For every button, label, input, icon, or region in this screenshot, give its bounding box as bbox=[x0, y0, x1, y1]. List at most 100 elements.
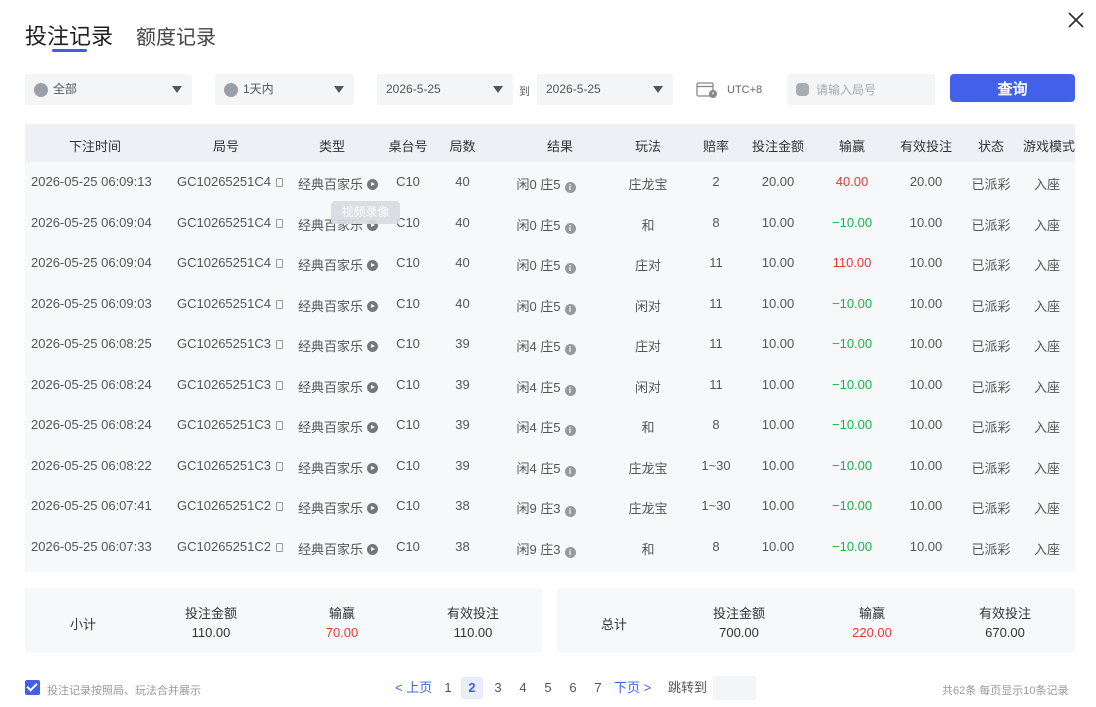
info-icon[interactable]: i bbox=[564, 344, 576, 355]
cell-mode: 入座 bbox=[1022, 417, 1072, 436]
table-row[interactable]: 2026-05-25 06:07:33 GC10265251C2 经典百家乐 C10 3… bbox=[25, 527, 1075, 568]
copy-icon[interactable] bbox=[275, 340, 283, 349]
cell-count-text: 38 bbox=[455, 538, 470, 554]
info-icon[interactable]: i bbox=[564, 263, 576, 274]
merge-checkbox[interactable] bbox=[25, 680, 40, 695]
page-number[interactable]: 2 bbox=[461, 677, 483, 699]
cell-type: 经典百家乐 bbox=[293, 377, 383, 396]
table-row[interactable]: 2026-05-25 06:08:24 GC10265251C3 经典百家乐 C10 3… bbox=[25, 365, 1075, 406]
date-from-select[interactable]: 2026-5-25 bbox=[377, 74, 513, 105]
info-icon[interactable]: i bbox=[564, 303, 576, 315]
cell-type: 经典百家乐 bbox=[293, 174, 383, 193]
page-number[interactable]: 5 bbox=[537, 677, 559, 699]
next-page-link[interactable]: 下页 > bbox=[614, 677, 651, 699]
column-header: 有效投注 bbox=[899, 139, 952, 154]
cell-status-text: 已派彩 bbox=[971, 379, 1011, 395]
cell-valid: 10.00 bbox=[898, 498, 954, 513]
cell-mode-text: 入座 bbox=[1033, 541, 1060, 557]
total-winloss-label: 输赢 bbox=[858, 606, 885, 621]
cell-play-text: 和 bbox=[641, 420, 655, 435]
info-icon[interactable]: i bbox=[564, 506, 576, 517]
cell-valid-text: 10.00 bbox=[909, 417, 943, 432]
table-row[interactable]: 2026-05-25 06:09:04 GC10265251C4 经典百家乐 C10 4… bbox=[25, 203, 1075, 244]
page-number[interactable]: 1 bbox=[437, 677, 459, 699]
video-tooltip: 视频录像 bbox=[331, 201, 400, 224]
copy-icon[interactable] bbox=[275, 218, 283, 228]
scope-select[interactable]: 全部 bbox=[25, 74, 192, 105]
calendar-icon[interactable] bbox=[696, 81, 718, 99]
play-video-icon[interactable] bbox=[367, 300, 378, 312]
copy-icon[interactable] bbox=[275, 259, 283, 268]
page-number[interactable]: 4 bbox=[512, 677, 534, 699]
info-icon[interactable]: i bbox=[564, 182, 576, 193]
cell-odds: 11 bbox=[701, 255, 731, 270]
copy-icon[interactable] bbox=[275, 461, 283, 471]
info-icon[interactable]: i bbox=[564, 384, 576, 396]
copy-icon[interactable] bbox=[275, 421, 283, 430]
cell-table: C10 bbox=[383, 296, 433, 311]
table-row[interactable]: 2026-05-25 06:08:25 GC10265251C3 经典百家乐 C10 3… bbox=[25, 324, 1075, 365]
range-select[interactable]: 1天内 bbox=[215, 74, 354, 105]
cell-play-text: 庄龙宝 bbox=[628, 460, 668, 476]
tab-credit-records[interactable]: 额度记录 bbox=[136, 21, 216, 50]
table-row[interactable]: 2026-05-25 06:09:03 GC10265251C4 经典百家乐 C10 4… bbox=[25, 284, 1075, 325]
tab-bet-records[interactable]: 投注记录 bbox=[25, 19, 113, 51]
info-icon[interactable]: i bbox=[564, 465, 576, 477]
cell-table: C10 bbox=[383, 336, 433, 351]
copy-icon[interactable] bbox=[275, 178, 283, 187]
table-row[interactable]: 2026-05-25 06:09:04 GC10265251C4 经典百家乐 C10 4… bbox=[25, 243, 1075, 284]
copy-icon[interactable] bbox=[275, 542, 283, 552]
page-number[interactable]: 6 bbox=[562, 677, 584, 699]
cell-odds: 8 bbox=[701, 215, 731, 230]
cell-status-text: 已派彩 bbox=[971, 339, 1011, 354]
cell-result: 闲9 庄3 i bbox=[514, 498, 578, 517]
cell-bet-text: 10.00 bbox=[761, 457, 795, 473]
column-header: 局数 bbox=[449, 139, 476, 154]
page-number[interactable]: 7 bbox=[587, 677, 609, 699]
date-to-select[interactable]: 2026-5-25 bbox=[537, 74, 673, 105]
cell-round-text: GC10265251C2 bbox=[177, 538, 271, 554]
cell-type-text: 经典百家乐 bbox=[297, 501, 363, 516]
play-video-icon[interactable] bbox=[367, 543, 378, 555]
table-row[interactable]: 2026-05-25 06:09:13 GC10265251C4 经典百家乐 C10 4… bbox=[25, 162, 1075, 203]
jump-page-input[interactable] bbox=[713, 676, 756, 700]
page-number[interactable]: 3 bbox=[487, 677, 509, 699]
play-video-icon[interactable] bbox=[367, 179, 378, 190]
round-search-input[interactable] bbox=[816, 82, 926, 97]
cell-valid: 10.00 bbox=[898, 417, 954, 432]
table-row[interactable]: 2026-05-25 06:08:22 GC10265251C3 经典百家乐 C10 3… bbox=[25, 446, 1075, 487]
copy-icon[interactable] bbox=[275, 380, 283, 390]
table-row[interactable]: 2026-05-25 06:07:41 GC10265251C2 经典百家乐 C10 3… bbox=[25, 486, 1075, 527]
cell-mode: 入座 bbox=[1022, 377, 1072, 396]
cell-play-text: 闲对 bbox=[634, 379, 661, 395]
play-video-icon[interactable] bbox=[367, 381, 378, 393]
column-header: 状态 bbox=[977, 139, 1004, 154]
cell-play: 庄对 bbox=[623, 336, 673, 355]
cell-result-text: 闲9 庄3 bbox=[516, 501, 561, 516]
copy-icon[interactable] bbox=[275, 502, 283, 511]
play-video-icon[interactable] bbox=[367, 462, 378, 474]
info-icon[interactable]: i bbox=[564, 546, 576, 558]
query-button[interactable]: 查询 bbox=[950, 74, 1075, 102]
info-icon[interactable]: i bbox=[564, 222, 576, 234]
close-icon[interactable] bbox=[1066, 10, 1086, 30]
copy-icon[interactable] bbox=[275, 299, 283, 309]
cell-winloss-text: −10.00 bbox=[832, 336, 873, 351]
cell-valid-text: 10.00 bbox=[909, 457, 943, 473]
round-search[interactable] bbox=[787, 74, 935, 105]
cell-type: 经典百家乐 bbox=[293, 336, 383, 355]
cell-type: 经典百家乐 bbox=[293, 498, 383, 517]
cell-valid: 10.00 bbox=[898, 336, 954, 351]
play-video-icon[interactable] bbox=[367, 341, 378, 352]
cell-bet: 10.00 bbox=[750, 255, 806, 270]
cell-winloss-text: −10.00 bbox=[832, 376, 873, 392]
info-icon[interactable]: i bbox=[564, 425, 576, 436]
cell-time-text: 2026-05-25 06:09:04 bbox=[31, 214, 152, 230]
play-video-icon[interactable] bbox=[367, 260, 378, 271]
table-row[interactable]: 2026-05-25 06:08:24 GC10265251C3 经典百家乐 C10 3… bbox=[25, 405, 1075, 446]
prev-page-link[interactable]: < 上页 bbox=[395, 677, 432, 699]
cell-odds: 11 bbox=[701, 377, 731, 392]
column-header: 桌台号 bbox=[388, 139, 428, 154]
play-video-icon[interactable] bbox=[367, 503, 378, 514]
play-video-icon[interactable] bbox=[367, 422, 378, 433]
